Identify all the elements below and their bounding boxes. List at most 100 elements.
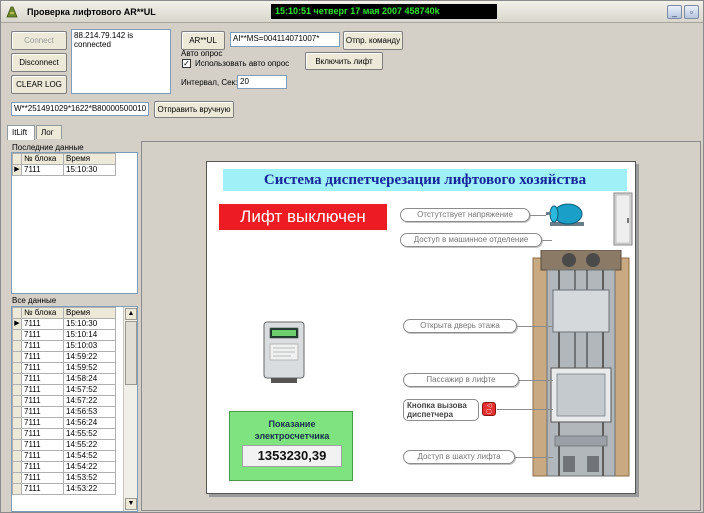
clock-display: 15:10:51 четверг 17 мая 2007 458740k [271, 4, 497, 19]
send-command-button[interactable]: Отпр. команду [343, 31, 403, 50]
indicator-connector [519, 380, 553, 381]
interval-field[interactable]: 20 [237, 75, 287, 89]
table-cell: 15:10:30 [63, 164, 116, 176]
table-cell: 14:55:22 [63, 439, 116, 451]
table-row[interactable]: 7111 15:10:14 [12, 329, 116, 341]
table-row[interactable]: 7111 14:55:52 [12, 428, 116, 440]
auto-poll-checkbox[interactable]: ✓ [182, 59, 191, 68]
table-cell: 7111 [21, 340, 64, 352]
table-row[interactable]: 7111 15:10:03 [12, 340, 116, 352]
column-header: Время [63, 153, 116, 165]
indicator-connector [517, 326, 553, 327]
meter-reading-box: Показание электросчетчика 1353230,39 [229, 411, 353, 481]
motor-icon [546, 203, 584, 226]
table-cell: 15:10:30 [63, 318, 116, 330]
table-row[interactable]: 7111 14:56:53 [12, 406, 116, 418]
window-title: Проверка лифтового AR**UL [27, 7, 156, 17]
passenger-indicator: Пассажир в лифте [403, 373, 519, 387]
connect-button[interactable]: Connect [11, 31, 67, 50]
elevator-shaft-icon [532, 250, 630, 477]
scroll-up-icon[interactable]: ▲ [125, 308, 137, 320]
scroll-down-icon[interactable]: ▼ [125, 498, 137, 510]
table-cell: 14:57:22 [63, 395, 116, 407]
arul-button[interactable]: AR**UL [181, 31, 225, 50]
table-cell: 7111 [21, 351, 64, 363]
table-header-row: № блока Время [12, 153, 116, 165]
row-indicator-header [12, 153, 22, 165]
indicator-connector [530, 215, 546, 216]
tab-log[interactable]: Лог [36, 125, 62, 139]
table-cell: 14:54:22 [63, 461, 116, 473]
table-row[interactable]: 7111 14:53:52 [12, 472, 116, 484]
auto-poll-group-label: Авто опрос [181, 49, 223, 58]
table-header-row: № блока Время [12, 307, 116, 319]
scroll-thumb[interactable] [125, 321, 137, 385]
indicator-connector [497, 409, 553, 410]
indicator-connector [515, 457, 553, 458]
table-cell: 7111 [21, 164, 64, 176]
table-cell: 7111 [21, 472, 64, 484]
door-open-indicator: Открыта дверь этажа [403, 319, 517, 333]
column-header: Время [63, 307, 116, 319]
all-data-table: № блока Время ▶ 7111 15:10:30 7111 15:10:14… [12, 307, 116, 495]
table-row[interactable]: 7111 14:53:22 [12, 483, 116, 495]
table-cell: 15:10:03 [63, 340, 116, 352]
table-row[interactable]: 7111 14:55:22 [12, 439, 116, 451]
tab-itlift[interactable]: ItLift [7, 125, 35, 140]
table-row[interactable]: ▶ 7111 15:10:30 [12, 164, 116, 176]
meter-title: Показание электросчетчика [254, 419, 330, 441]
table-cell: 14:54:52 [63, 450, 116, 462]
shaft-access-indicator: Доступ в шахту лифта [403, 450, 515, 464]
table-row[interactable]: 7111 14:57:22 [12, 395, 116, 407]
all-data-grid[interactable]: № блока Время ▶ 7111 15:10:30 7111 15:10:14… [11, 306, 138, 512]
restore-icon[interactable]: ▫ [684, 5, 699, 19]
table-cell: 7111 [21, 439, 64, 451]
table-cell: 7111 [21, 428, 64, 440]
send-manual-button[interactable]: Отправить вручную [154, 101, 234, 118]
command-field[interactable]: AI**MS=004114071007* [230, 32, 340, 47]
clear-log-button[interactable]: CLEAR LOG [11, 75, 67, 94]
table-cell: 7111 [21, 329, 64, 341]
electricity-meter-icon [263, 321, 305, 383]
no-power-indicator: Отстутствует напряжение [400, 208, 530, 222]
table-row[interactable]: ▶ 7111 15:10:30 [12, 318, 116, 330]
manual-command-field[interactable]: W**251491029*1622*B80000500010 [11, 102, 149, 116]
table-row[interactable]: 7111 14:56:24 [12, 417, 116, 429]
table-cell: 7111 [21, 384, 64, 396]
lift-status-badge: Лифт выключен [219, 204, 387, 230]
enable-lift-button[interactable]: Включить лифт [305, 52, 383, 70]
table-cell: 14:55:52 [63, 428, 116, 440]
table-cell: 14:56:24 [63, 417, 116, 429]
table-cell: 14:56:53 [63, 406, 116, 418]
connection-log[interactable]: 88.214.79.142 is connected [71, 29, 171, 94]
table-cell: 14:53:22 [63, 483, 116, 495]
table-cell: 7111 [21, 362, 64, 374]
dispatcher-panel: Система диспетчерезации лифтового хозяйс… [206, 161, 636, 494]
title-bar[interactable]: Проверка лифтового AR**UL 15:10:51 четве… [1, 1, 703, 23]
connection-log-line: 88.214.79.142 is connected [74, 31, 134, 49]
call-dispatcher-button[interactable]: ◁ ▢ [482, 402, 496, 416]
machine-room-indicator: Доступ в машинное отделение [400, 233, 542, 247]
interval-label: Интервал, Сек: [181, 78, 238, 87]
table-row[interactable]: 7111 14:58:24 [12, 373, 116, 385]
table-row[interactable]: 7111 14:54:52 [12, 450, 116, 462]
row-pointer-icon: ▶ [12, 164, 22, 176]
table-row[interactable]: 7111 14:59:52 [12, 362, 116, 374]
table-cell: 7111 [21, 318, 64, 330]
table-cell: 14:59:52 [63, 362, 116, 374]
all-data-scrollbar[interactable]: ▲ ▼ [123, 307, 137, 511]
call-dispatcher-label: Кнопка вызова диспетчера [403, 399, 479, 421]
table-cell: 14:58:24 [63, 373, 116, 385]
table-row[interactable]: 7111 14:57:52 [12, 384, 116, 396]
meter-value: 1353230,39 [242, 445, 342, 467]
table-row[interactable]: 7111 14:59:22 [12, 351, 116, 363]
last-data-caption: Последние данные [12, 143, 84, 152]
table-cell: 14:57:52 [63, 384, 116, 396]
table-row[interactable]: 7111 14:54:22 [12, 461, 116, 473]
table-cell: 7111 [21, 373, 64, 385]
table-cell: 14:59:22 [63, 351, 116, 363]
minimize-icon[interactable]: _ [667, 5, 682, 19]
last-data-grid[interactable]: № блока Время ▶ 7111 15:10:30 [11, 152, 138, 294]
disconnect-button[interactable]: Disconnect [11, 53, 67, 72]
auto-poll-checkbox-label: Использовать авто опрос [195, 59, 290, 68]
